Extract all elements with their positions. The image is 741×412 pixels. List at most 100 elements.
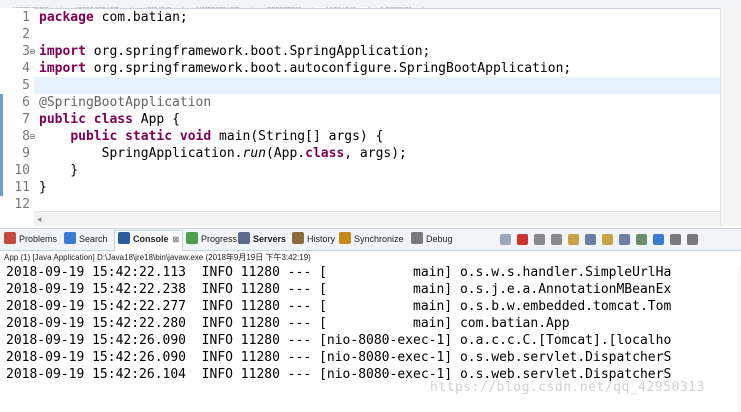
servers-icon: [238, 232, 250, 244]
code-line[interactable]: @SpringBootApplication: [39, 94, 720, 111]
code-token: com.batian;: [93, 10, 188, 25]
console-vertical-scrollbar[interactable]: [737, 265, 741, 412]
tab-label: Problems: [19, 234, 58, 244]
code-token: }: [39, 180, 47, 195]
console-log-line: 2018-09-19 15:42:22.113 INFO 11280 --- […: [6, 265, 672, 280]
line-number: 9: [22, 146, 30, 161]
change-marker: [0, 145, 3, 162]
console-icon: [118, 232, 130, 244]
code-token: void: [179, 129, 212, 144]
editor-vertical-scrollbar[interactable]: [720, 8, 741, 226]
remove-launch-icon[interactable]: [534, 234, 545, 245]
change-marker: [0, 111, 3, 128]
progress-icon: [186, 232, 198, 244]
line-number: 4: [22, 61, 30, 76]
tab-synchronize[interactable]: Synchronize: [339, 231, 404, 248]
new-console-icon[interactable]: [687, 234, 698, 245]
problems-icon: [4, 232, 16, 244]
tab-servers[interactable]: Servers: [238, 231, 286, 248]
editor-horizontal-scrollbar[interactable]: ◂: [34, 211, 720, 226]
code-line[interactable]: public class App {: [39, 111, 720, 128]
tab-history[interactable]: History: [292, 231, 335, 248]
tab-console[interactable]: Console ⊠: [114, 230, 184, 251]
code-token: public: [39, 112, 86, 127]
tab-label: Search: [79, 234, 108, 244]
console-log-line: 2018-09-19 15:42:22.277 INFO 11280 --- […: [6, 299, 672, 314]
code-token: import: [39, 44, 86, 59]
terminate-icon[interactable]: [517, 234, 528, 245]
code-token: main(String[] args) {: [211, 129, 384, 144]
console-log-line: 2018-09-19 15:42:26.090 INFO 11280 --- […: [6, 333, 672, 348]
code-line[interactable]: import org.springframework.boot.SpringAp…: [39, 43, 720, 60]
show-on-error-icon[interactable]: [619, 234, 630, 245]
code-token: package: [39, 10, 94, 25]
history-icon: [292, 232, 304, 244]
view-tab-bar: Problems Search Console ⊠ Progress Servers His…: [0, 229, 741, 251]
code-area[interactable]: package com.batian; import org.springfram…: [34, 8, 720, 208]
code-token: (App.: [265, 146, 306, 161]
code-line[interactable]: SpringApplication.run(App.class, args);: [39, 145, 720, 162]
tab-label: Debug: [426, 234, 453, 244]
code-editor[interactable]: 1springbootZhangAppTestTest.javaDatabase…: [0, 0, 741, 226]
code-line[interactable]: }: [39, 179, 720, 196]
line-number-gutter: 1 2 3 ⊖ 4 5 6 7 8 ⊖ 9 10 11 12: [0, 8, 36, 226]
code-token: @SpringBootApplication: [39, 95, 212, 110]
tab-label: Synchronize: [354, 234, 404, 244]
code-token: run: [242, 146, 266, 161]
code-token: , args);: [344, 146, 407, 161]
tab-problems[interactable]: Problems: [4, 231, 57, 248]
tab-search[interactable]: Search: [64, 231, 108, 248]
change-marker: [0, 179, 3, 196]
code-line[interactable]: public static void main(String[] args) {: [39, 128, 720, 145]
tab-progress[interactable]: Progress: [186, 231, 237, 248]
code-line[interactable]: [34, 77, 720, 94]
line-number: 6: [22, 95, 30, 110]
line-number: 5: [22, 78, 30, 93]
console-log-line: 2018-09-19 15:42:22.280 INFO 11280 --- […: [6, 316, 570, 331]
code-token: org.springframework.boot.SpringApplicati…: [85, 44, 431, 59]
open-console-icon[interactable]: [670, 234, 681, 245]
console-log-line: 2018-09-19 15:42:26.090 INFO 11280 --- […: [6, 350, 672, 365]
code-line[interactable]: }: [39, 162, 720, 179]
show-on-output-icon[interactable]: [602, 234, 613, 245]
word-wrap-icon[interactable]: [585, 234, 596, 245]
scroll-lock-icon[interactable]: [568, 234, 579, 245]
debug-icon: [411, 232, 423, 244]
code-token: org.springframework.boot.autoconfigure.S…: [85, 61, 572, 76]
code-line[interactable]: import org.springframework.boot.autoconf…: [39, 60, 720, 77]
tab-debug[interactable]: Debug: [411, 231, 453, 248]
line-number: 12: [14, 197, 30, 212]
close-icon[interactable]: ⊠: [173, 235, 180, 244]
tab-label: Servers: [253, 234, 287, 244]
watermark-url: https://blog.csdn.net/qq_42950313: [430, 380, 705, 395]
line-number: 3: [22, 44, 30, 59]
code-token: class: [93, 112, 133, 127]
code-token: import: [39, 61, 86, 76]
pin-console-icon[interactable]: [636, 234, 647, 245]
code-line[interactable]: [39, 26, 720, 43]
change-marker: [0, 128, 3, 145]
remove-all-icon[interactable]: [551, 234, 562, 245]
change-marker: [0, 94, 3, 111]
line-number: 7: [22, 112, 30, 127]
tab-label: Console: [133, 234, 169, 244]
tab-label: History: [307, 234, 336, 244]
code-token: class: [305, 146, 345, 161]
line-number: 8: [22, 129, 30, 144]
display-console-icon[interactable]: [653, 234, 664, 245]
code-line[interactable]: package com.batian;: [39, 9, 720, 26]
line-number: 1: [22, 10, 30, 25]
code-token: public: [70, 129, 118, 144]
fold-toggle-icon[interactable]: ⊖: [29, 47, 38, 56]
line-number: 2: [22, 27, 30, 42]
code-token: SpringApplication.: [39, 146, 243, 161]
code-token: }: [39, 163, 79, 178]
scroll-left-arrow-icon[interactable]: ◂: [37, 212, 42, 226]
fold-toggle-icon[interactable]: ⊖: [29, 132, 38, 141]
clear-console-icon[interactable]: [500, 234, 511, 245]
console-log-line: 2018-09-19 15:42:22.238 INFO 11280 --- […: [6, 282, 672, 297]
